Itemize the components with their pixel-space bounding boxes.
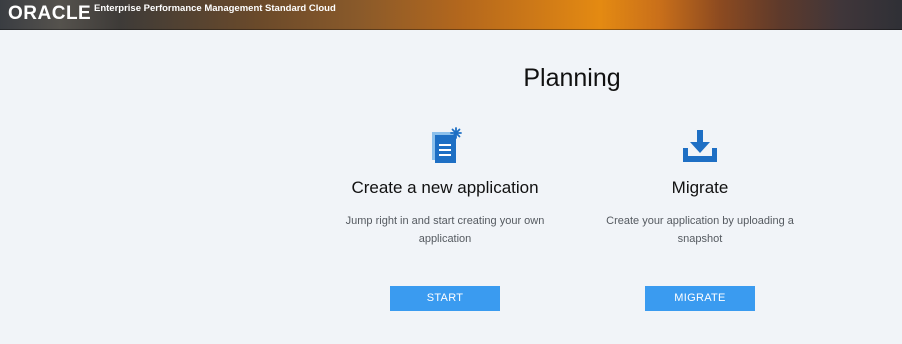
header-bar: ORACLE Enterprise Performance Management… [0,0,902,30]
migrate-card: Migrate Create your application by uploa… [580,126,820,248]
migrate-title: Migrate [671,178,729,197]
migrate-button[interactable]: MIGRATE [645,286,755,311]
migrate-description: Create your application by uploading a s… [606,215,794,245]
new-document-icon [325,126,565,166]
create-application-title: Create a new application [351,178,539,197]
product-name: Enterprise Performance Management Standa… [94,3,336,14]
create-application-card: Create a new application Jump right in a… [325,126,565,248]
download-icon [580,126,820,166]
oracle-logo: ORACLE [8,3,92,24]
start-button[interactable]: START [390,286,500,311]
page-title: Planning [523,64,621,92]
create-application-description: Jump right in and start creating your ow… [345,215,545,245]
